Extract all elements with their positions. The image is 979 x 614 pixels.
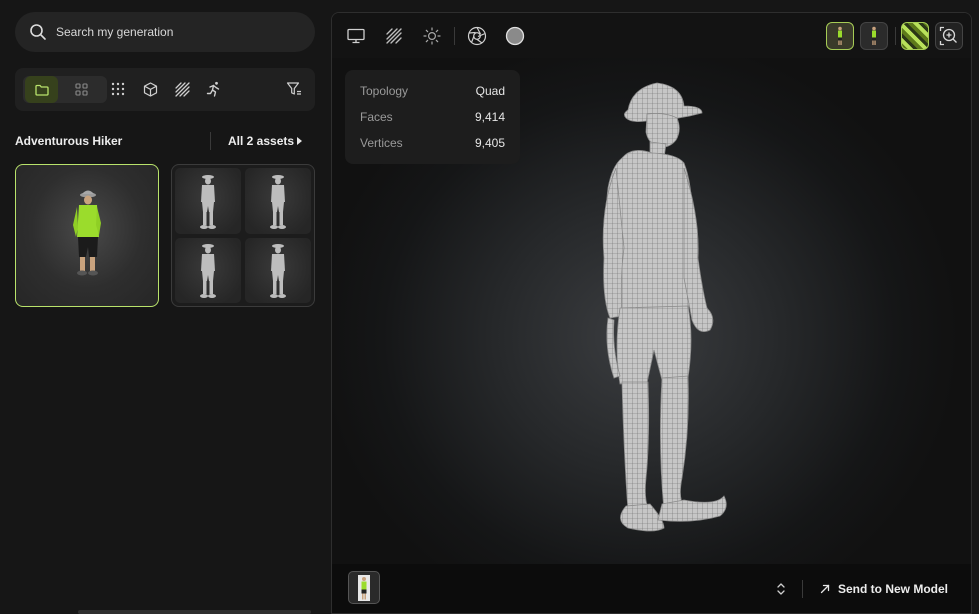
wireframe-thumbnail	[175, 168, 241, 234]
filter-options-button[interactable]	[285, 80, 303, 98]
wireframe-thumbnail	[245, 168, 311, 234]
running-figure-icon	[206, 81, 220, 97]
left-panel: Search my generation Adventurous Hiker A…	[0, 0, 331, 614]
view-mode-toggle	[23, 76, 107, 103]
mesh-stats-panel: Topology Quad Faces 9,414 Vertices 9,405	[345, 70, 520, 164]
chevron-up-down-icon	[777, 583, 785, 595]
collection-title: Adventurous Hiker	[15, 134, 123, 148]
variant-alt-button[interactable]	[860, 22, 888, 50]
viewer-toolbar	[332, 13, 971, 58]
search-icon	[30, 24, 46, 40]
wireframe-thumbnail	[245, 237, 311, 303]
zoom-in-icon	[939, 26, 957, 46]
light-icon	[423, 27, 441, 45]
stat-label: Vertices	[360, 136, 403, 150]
zoom-button[interactable]	[935, 22, 963, 50]
texture-type-filter[interactable]	[173, 80, 191, 98]
stat-topology: Topology Quad	[360, 78, 505, 104]
scroll-indicator[interactable]	[78, 610, 311, 614]
stat-vertices: Vertices 9,405	[360, 130, 505, 156]
animation-type-filter[interactable]	[205, 80, 223, 98]
stat-value: 9,414	[474, 110, 505, 124]
divider	[895, 27, 896, 45]
figure-green-icon	[872, 26, 876, 45]
aperture-icon	[467, 26, 487, 46]
divider	[210, 132, 211, 150]
hatch-icon	[174, 81, 190, 97]
stat-value: 9,405	[474, 136, 505, 150]
material-sphere-button[interactable]	[504, 25, 526, 47]
view-mode-button[interactable]	[345, 25, 367, 47]
asset-card-wireframe[interactable]	[171, 164, 315, 307]
search-bar[interactable]: Search my generation	[15, 12, 315, 52]
figure-green-icon	[838, 26, 842, 45]
send-label: Send to New Model	[838, 582, 949, 596]
collection-header: Adventurous Hiker All 2 assets	[15, 130, 315, 152]
monitor-icon	[347, 28, 365, 44]
camera-button[interactable]	[466, 25, 488, 47]
lighting-button[interactable]	[421, 25, 443, 47]
dots-grid-icon	[111, 82, 125, 96]
asset-card-textured[interactable]	[15, 164, 159, 307]
stat-label: Topology	[360, 84, 409, 98]
filter-icon	[286, 82, 301, 95]
stat-faces: Faces 9,414	[360, 104, 505, 130]
wireframe-toggle-button[interactable]	[383, 25, 405, 47]
hiker-textured-preview	[73, 190, 101, 276]
texture-swatch-button[interactable]	[901, 22, 929, 50]
all-types-filter[interactable]	[109, 80, 127, 98]
grid-view-button[interactable]	[65, 76, 98, 103]
cube-icon	[143, 81, 157, 97]
viewer-footer: Send to New Model	[332, 564, 971, 613]
folder-icon	[34, 84, 49, 96]
stat-label: Faces	[360, 110, 393, 124]
all-assets-link[interactable]: All 2 assets	[228, 134, 294, 148]
model-type-filter[interactable]	[141, 80, 159, 98]
stat-value: Quad	[475, 84, 505, 98]
folder-view-button[interactable]	[25, 76, 58, 103]
model-viewer: Topology Quad Faces 9,414 Vertices 9,405…	[331, 12, 972, 614]
divider	[802, 580, 803, 598]
caret-right-icon	[297, 137, 302, 145]
sphere-icon	[505, 26, 525, 46]
grid-icon	[75, 83, 88, 96]
divider	[454, 27, 455, 45]
arrow-up-right-icon	[820, 584, 830, 594]
send-to-new-model-button[interactable]: Send to New Model	[820, 581, 948, 597]
search-input[interactable]: Search my generation	[56, 25, 173, 39]
model-thumbnail-button[interactable]	[348, 571, 380, 604]
figure-green-icon	[358, 574, 370, 601]
expand-toggle[interactable]	[774, 581, 788, 597]
wireframe-thumbnail	[175, 237, 241, 303]
wireframe-hatch-icon	[386, 28, 402, 44]
asset-filter-bar	[15, 68, 315, 111]
variant-textured-button[interactable]	[826, 22, 854, 50]
